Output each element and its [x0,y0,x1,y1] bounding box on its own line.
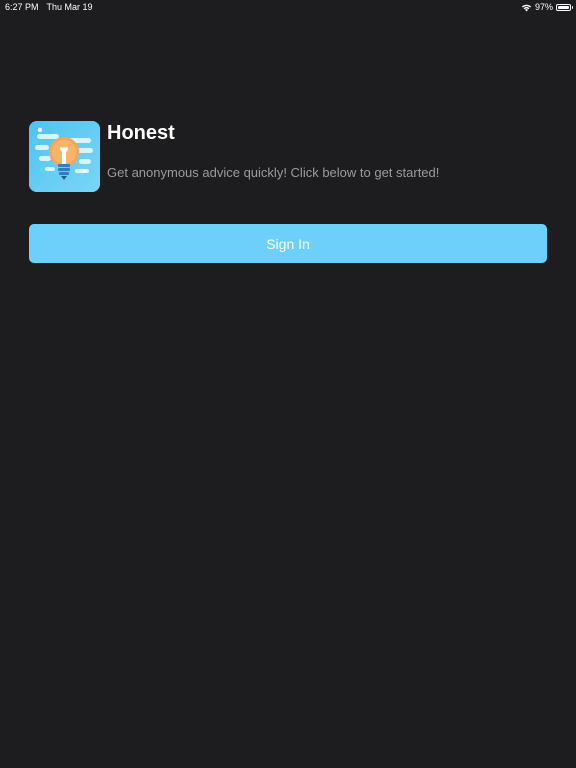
battery-icon [556,3,573,11]
battery-cap [571,6,573,9]
lightbulb-icon [29,121,100,192]
sign-in-button[interactable]: Sign In [29,224,547,263]
status-time: 6:27 PM [5,2,39,12]
app-subtitle: Get anonymous advice quickly! Click belo… [107,165,440,180]
status-date: Thu Mar 19 [46,2,93,12]
status-bar-right: 97% [521,2,573,12]
battery-fill [558,5,569,9]
app-title: Honest [107,122,175,144]
status-bar-left: 6:27 PM Thu Mar 19 [5,2,93,12]
status-bar: 6:27 PM Thu Mar 19 97% [0,0,576,16]
battery-percent: 97% [534,2,553,12]
app-header: Honest Get anonymous advice quickly! Cli… [29,121,549,192]
wifi-icon [521,4,532,11]
